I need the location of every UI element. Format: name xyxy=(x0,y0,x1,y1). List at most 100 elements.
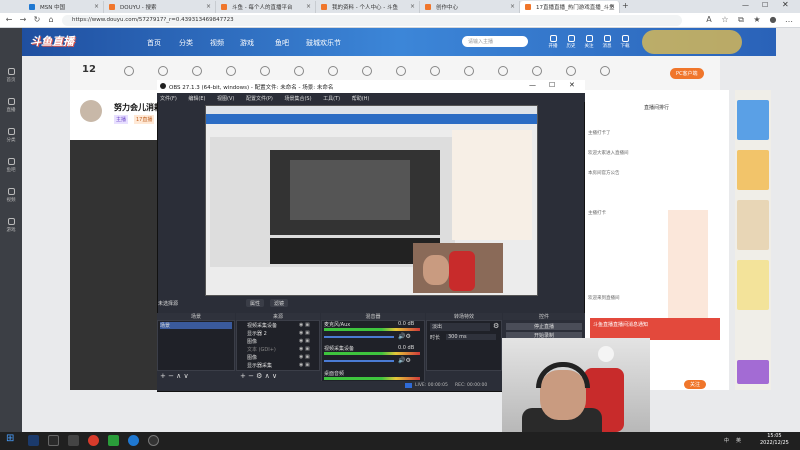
notice-card[interactable]: 斗鱼直播直播间消息通知 xyxy=(590,318,720,340)
nav-item[interactable]: 鱼吧 xyxy=(275,38,289,48)
close-icon[interactable]: × xyxy=(610,3,615,10)
more-icon[interactable] xyxy=(600,66,610,76)
properties-button[interactable]: 属性 xyxy=(246,299,265,307)
filters-button[interactable]: 滤镜 xyxy=(270,299,289,307)
browser-tab[interactable]: 斗鱼 - 每个人的直播平台 × xyxy=(216,1,316,13)
source-item[interactable]: 图像 xyxy=(247,338,257,345)
ticket-icon[interactable] xyxy=(464,66,474,76)
rail-item[interactable]: 首页 xyxy=(0,68,22,83)
close-icon[interactable]: × xyxy=(206,3,211,10)
gift-icon[interactable] xyxy=(124,66,134,76)
menu-edit[interactable]: 编辑(E) xyxy=(188,96,205,102)
ad-banner[interactable] xyxy=(737,200,769,250)
nav-item[interactable]: 视频 xyxy=(210,38,224,48)
wechat-icon[interactable] xyxy=(108,435,119,446)
source-item[interactable]: 文本 (GDI+) xyxy=(247,346,276,353)
close-icon[interactable]: × xyxy=(410,3,415,10)
menu-profile[interactable]: 配置文件(P) xyxy=(246,96,273,102)
nav-item[interactable]: 鼓城欢乐节 xyxy=(306,38,341,48)
favorites-bar-icon[interactable]: ★ xyxy=(752,15,762,24)
ad-banner[interactable] xyxy=(737,260,769,310)
search-input[interactable]: 请输入主播 xyxy=(462,36,528,47)
netease-icon[interactable] xyxy=(88,435,99,446)
collections-icon[interactable]: ⧉ xyxy=(736,15,746,25)
visibility-eye-icon[interactable]: ◉ ▣ xyxy=(299,346,310,352)
add-source-icon[interactable]: + − ⚙ ∧ ∨ xyxy=(240,372,277,380)
activity-icon[interactable] xyxy=(158,66,168,76)
nav-home[interactable]: 首页 xyxy=(147,38,161,48)
header-icon[interactable]: 历史 xyxy=(564,35,578,49)
visibility-eye-icon[interactable]: ◉ ▣ xyxy=(299,354,310,360)
browser-tab-active[interactable]: 17直播直播_热门游戏直播_斗鱼 × xyxy=(520,1,620,13)
input-method-icon[interactable]: 中 xyxy=(724,437,729,444)
rank-title[interactable]: 直播间排行 xyxy=(644,104,669,111)
shop-icon[interactable] xyxy=(396,66,406,76)
site-logo[interactable]: 斗鱼直播 xyxy=(30,33,74,49)
menu-tools[interactable]: 工具(T) xyxy=(323,96,340,102)
source-item[interactable]: 视频采集设备 xyxy=(247,322,277,329)
speaker-icon[interactable]: 🔊⚙ xyxy=(398,357,411,364)
ad-banner[interactable] xyxy=(737,150,769,190)
nav-item[interactable]: 游戏 xyxy=(240,38,254,48)
home-icon[interactable]: ⌂ xyxy=(46,15,56,24)
rail-item[interactable]: 直播 xyxy=(0,98,22,113)
header-icon[interactable]: 下载 xyxy=(618,35,632,49)
visibility-eye-icon[interactable]: ◉ ▣ xyxy=(299,338,310,344)
maximize-icon[interactable]: ☐ xyxy=(549,81,555,89)
source-item[interactable]: 显示器 2 xyxy=(247,330,267,337)
rank-icon[interactable] xyxy=(226,66,236,76)
close-icon[interactable]: ✕ xyxy=(569,81,575,89)
menu-view[interactable]: 视图(V) xyxy=(217,96,234,102)
browser-tab[interactable]: 创作中心 × xyxy=(420,1,520,13)
close-window-icon[interactable]: ✕ xyxy=(782,0,789,9)
scene-item[interactable]: 场景 xyxy=(160,322,232,329)
browser-tab[interactable]: 我的资料 - 个人中心 - 斗鱼 × xyxy=(316,1,420,13)
favorite-icon[interactable]: ☆ xyxy=(720,15,730,24)
volume-slider[interactable] xyxy=(324,360,394,362)
duration-input[interactable]: 300 ms xyxy=(446,334,496,340)
speaker-icon[interactable]: 🔊⚙ xyxy=(398,333,411,340)
windows-start-icon[interactable]: ⊞ xyxy=(6,433,17,444)
badge-icon[interactable] xyxy=(260,66,270,76)
nav-item[interactable]: 分类 xyxy=(179,38,193,48)
source-item[interactable]: 显示器采集 xyxy=(247,362,272,369)
taskview-icon[interactable] xyxy=(68,435,79,446)
rail-item[interactable]: 视频 xyxy=(0,188,22,203)
browser-tab[interactable]: MSN 中国 × xyxy=(24,1,104,13)
header-icon[interactable]: 关注 xyxy=(582,35,596,49)
menu-file[interactable]: 文件(F) xyxy=(160,96,177,102)
header-icon[interactable]: 消息 xyxy=(600,35,614,49)
forward-icon[interactable]: → xyxy=(18,15,28,24)
ad-banner[interactable] xyxy=(737,100,769,140)
video-player[interactable] xyxy=(70,140,160,390)
close-icon[interactable]: × xyxy=(306,3,311,10)
close-icon[interactable]: × xyxy=(510,3,515,10)
box-icon[interactable] xyxy=(192,66,202,76)
source-item[interactable]: 图像 xyxy=(247,354,257,361)
back-icon[interactable]: ← xyxy=(4,15,14,24)
follow-button[interactable]: 关注 xyxy=(684,380,707,389)
event-icon[interactable] xyxy=(430,66,440,76)
pc-client-button[interactable]: PC客户端 xyxy=(670,68,704,79)
card-icon[interactable] xyxy=(566,66,576,76)
menu-scene-collection[interactable]: 场景集合(S) xyxy=(284,96,311,102)
browser-tab[interactable]: DOUYU - 搜索 × xyxy=(104,1,216,13)
taskbar-clock[interactable]: 15:05 2022/12/25 xyxy=(760,433,789,447)
rail-item[interactable]: 分类 xyxy=(0,128,22,143)
visibility-eye-icon[interactable]: ◉ ▣ xyxy=(299,330,310,336)
url-input[interactable]: https://www.douyu.com/5727917?_r=0.43931… xyxy=(62,15,682,26)
menu-help[interactable]: 帮助(H) xyxy=(352,96,370,102)
more-icon[interactable]: … xyxy=(784,15,794,24)
stop-streaming-button[interactable]: 停止直播 xyxy=(506,323,582,330)
add-scene-icon[interactable]: + − ∧ ∨ xyxy=(160,372,189,380)
read-aloud-icon[interactable]: A xyxy=(704,15,714,24)
fans-icon[interactable] xyxy=(498,66,508,76)
star-icon[interactable] xyxy=(532,66,542,76)
refresh-icon[interactable]: ↻ xyxy=(32,15,42,24)
settings-gear-icon[interactable]: ⚙ xyxy=(493,322,499,330)
profile-icon[interactable]: ● xyxy=(768,15,778,24)
rail-item[interactable]: 游戏 xyxy=(0,218,22,233)
promo-card[interactable] xyxy=(668,210,708,320)
rail-item[interactable]: 鱼吧 xyxy=(0,158,22,173)
volume-slider[interactable] xyxy=(324,336,394,338)
